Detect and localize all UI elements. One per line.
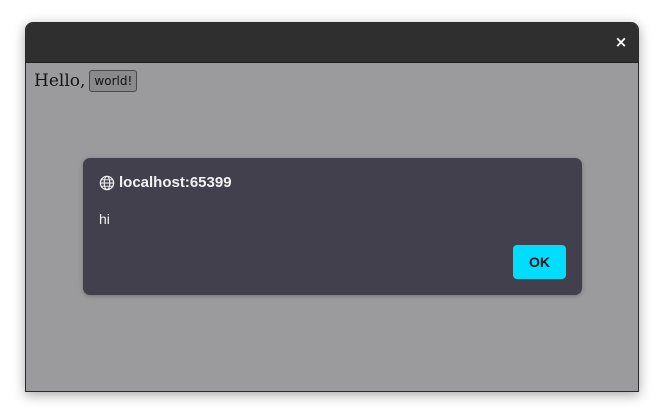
dialog-message: hi <box>99 211 110 227</box>
world-button[interactable]: world! <box>89 70 138 92</box>
dialog-origin: localhost:65399 <box>119 174 232 191</box>
page-content: Hello, world! localhost:65399 hi OK <box>26 63 638 391</box>
alert-dialog: localhost:65399 hi OK <box>83 158 582 295</box>
dialog-header: localhost:65399 <box>99 174 232 191</box>
globe-icon <box>99 175 115 191</box>
close-window-button[interactable]: × <box>611 32 631 52</box>
ok-button[interactable]: OK <box>513 245 566 279</box>
window-titlebar: × <box>26 23 638 63</box>
greeting-text: Hello, <box>34 71 86 91</box>
browser-window: × Hello, world! localhost:65399 hi OK <box>25 22 639 392</box>
greeting-line: Hello, world! <box>34 70 138 92</box>
